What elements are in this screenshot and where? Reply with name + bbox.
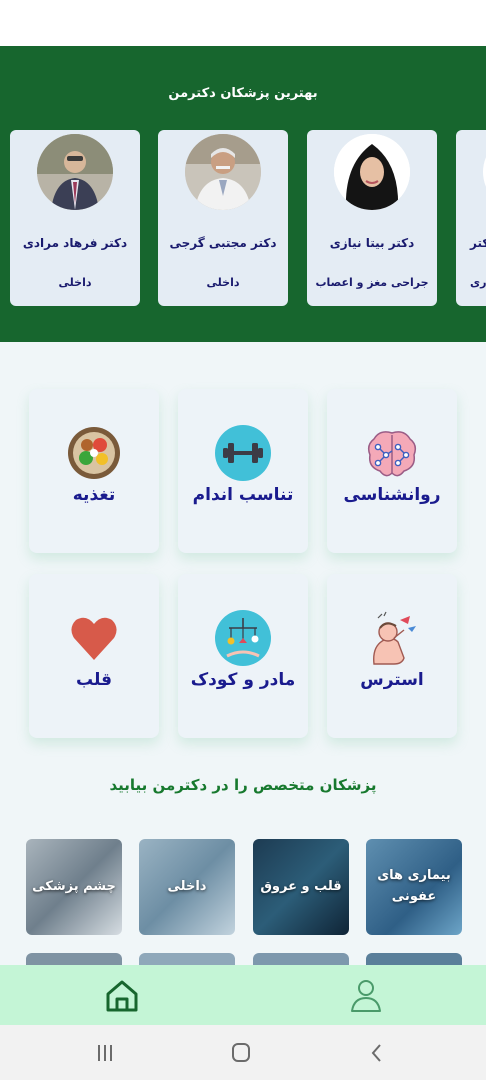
doctor-specialty: داخلی bbox=[206, 276, 240, 289]
recents-icon[interactable] bbox=[90, 1039, 120, 1067]
category-stress[interactable]: استرس bbox=[327, 574, 457, 738]
doctor-card[interactable]: دکتر مجتبی گرجی داخلی bbox=[158, 130, 288, 306]
specialty-infectious-diseases[interactable]: بیماری های عفونی bbox=[366, 839, 462, 935]
category-label: تناسب اندام bbox=[192, 485, 294, 505]
bottom-nav bbox=[0, 965, 486, 1025]
doctor-name: دکتر بیتا نیازی bbox=[329, 236, 415, 250]
baby-mobile-icon bbox=[215, 610, 271, 666]
specialty-label: بیماری های عفونی bbox=[377, 868, 451, 904]
doctor-name: دکتر مجتبی گرجی bbox=[169, 236, 277, 250]
category-nutrition[interactable]: تغذیه bbox=[29, 389, 159, 553]
top-doctors-banner: بهترین پزشکان دکترمن دکتر فرهاد مرادی دا… bbox=[0, 46, 486, 342]
doctor-specialty: داخلی bbox=[58, 276, 92, 289]
category-mother-child[interactable]: مادر و کودک bbox=[178, 574, 308, 738]
system-home-icon[interactable] bbox=[226, 1039, 256, 1067]
specialty-internal-medicine[interactable]: داخلی bbox=[139, 839, 235, 935]
category-fitness[interactable]: تناسب اندام bbox=[178, 389, 308, 553]
category-label: مادر و کودک bbox=[190, 670, 296, 690]
category-psychology[interactable]: روانشناسی bbox=[327, 389, 457, 553]
doctor-avatar bbox=[334, 134, 410, 210]
specialty-label: داخلی bbox=[167, 878, 207, 894]
app-screen: بهترین پزشکان دکترمن دکتر فرهاد مرادی دا… bbox=[0, 0, 486, 1080]
doctor-card[interactable]: دکتر بیتا نیازی جراحی مغز و اعصاب bbox=[307, 130, 437, 306]
stress-icon bbox=[364, 610, 420, 666]
category-label: استرس bbox=[360, 670, 424, 690]
back-icon[interactable] bbox=[362, 1039, 392, 1067]
category-label: قلب bbox=[75, 670, 113, 690]
doctor-avatar bbox=[185, 134, 261, 210]
doctor-card[interactable]: دکتر فرهاد مرادی داخلی bbox=[10, 130, 140, 306]
specialty-cardiology[interactable]: قلب و عروق bbox=[253, 839, 349, 935]
specialists-section-title: پزشکان متخصص را در دکترمن بیابید bbox=[109, 776, 377, 794]
doctor-card[interactable]: دکتر ری bbox=[456, 130, 486, 306]
doctor-name: دکتر bbox=[470, 236, 486, 250]
specialty-ophthalmology[interactable]: چشم پزشکی bbox=[26, 839, 122, 935]
specialty-label: چشم پزشکی bbox=[32, 878, 116, 894]
dumbbell-icon bbox=[215, 425, 271, 481]
doctor-avatar bbox=[37, 134, 113, 210]
profile-icon[interactable] bbox=[348, 977, 384, 1013]
specialty-label: قلب و عروق bbox=[260, 878, 342, 894]
doctor-name: دکتر فرهاد مرادی bbox=[22, 236, 128, 250]
banner-title: بهترین پزشکان دکترمن bbox=[168, 86, 318, 101]
brain-icon bbox=[364, 425, 420, 481]
food-bowl-icon bbox=[66, 425, 122, 481]
category-heart[interactable]: قلب bbox=[29, 574, 159, 738]
doctor-specialty: ری bbox=[470, 276, 486, 289]
home-icon[interactable] bbox=[103, 977, 141, 1015]
category-label: تغذیه bbox=[72, 485, 116, 505]
category-label: روانشناسی bbox=[343, 485, 441, 505]
status-bar bbox=[0, 0, 486, 46]
system-nav-bar bbox=[0, 1025, 486, 1080]
doctor-specialty: جراحی مغز و اعصاب bbox=[315, 276, 429, 289]
heart-icon bbox=[66, 610, 122, 666]
